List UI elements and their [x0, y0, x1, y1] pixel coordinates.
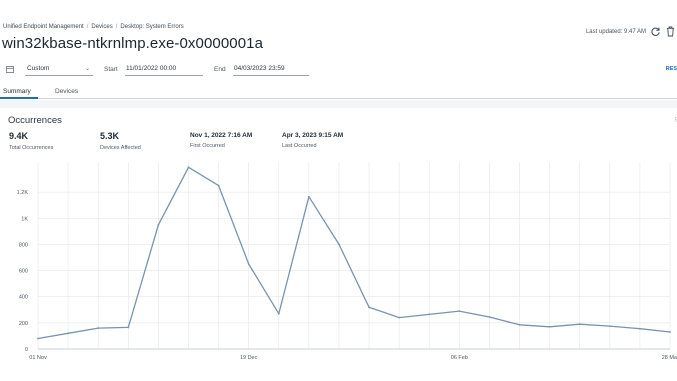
data-point	[518, 323, 521, 326]
x-tick-label: 06 Feb	[451, 355, 468, 361]
date-range-value: Custom	[27, 65, 50, 72]
data-point	[217, 184, 220, 187]
end-date-input[interactable]: 04/03/2023 23:59	[233, 63, 309, 76]
data-point	[368, 306, 370, 309]
last-updated-text: Last updated: 9:47 AM	[585, 29, 646, 35]
data-point	[307, 195, 310, 198]
y-tick-label: 400	[19, 295, 28, 301]
breadcrumb-separator: /	[115, 24, 118, 30]
data-point	[608, 325, 611, 328]
start-date-input[interactable]: 11/01/2022 00:00	[125, 63, 203, 76]
y-tick-label: 0	[25, 347, 28, 353]
stat-label: Last Occurred	[282, 143, 317, 149]
series-line	[37, 166, 671, 340]
breadcrumb-item-devices[interactable]: Devices	[91, 24, 112, 30]
active-tab-indicator	[0, 97, 38, 99]
x-tick-label: 01 Nov	[29, 355, 47, 361]
x-tick-label: 28 Ma	[662, 355, 677, 361]
reset-link[interactable]: RES	[666, 66, 677, 72]
start-label: Start	[104, 66, 118, 73]
breadcrumb: Unified Endpoint Management / Devices / …	[3, 24, 184, 30]
tab-bar: Summary Devices	[0, 86, 677, 99]
data-point	[578, 323, 581, 326]
data-point	[127, 326, 130, 329]
chevron-down-icon: ⌄	[84, 66, 90, 72]
data-point	[398, 316, 401, 319]
stat-first-occurred: Nov 1, 2022 7:16 AM First Occurred	[190, 131, 252, 149]
stat-value: Nov 1, 2022 7:16 AM	[190, 132, 253, 139]
page-title: win32kbase-ntkrnlmp.exe-0x0000001a	[2, 35, 264, 52]
data-point	[187, 166, 190, 169]
stat-label: First Occurred	[190, 143, 225, 149]
data-point	[639, 327, 641, 330]
x-tick-label: 19 Dec	[240, 355, 258, 361]
tab-summary[interactable]: Summary	[3, 88, 31, 95]
calendar-icon	[6, 66, 14, 73]
stat-label: Devices Affected	[100, 145, 141, 151]
refresh-icon[interactable]	[650, 26, 661, 37]
data-point	[669, 331, 671, 333]
data-point	[428, 313, 431, 316]
trash-icon[interactable]	[666, 26, 675, 37]
breadcrumb-item-uem[interactable]: Unified Endpoint Management	[3, 24, 84, 30]
data-point	[548, 325, 551, 328]
y-tick-label: 1.2K	[17, 190, 29, 196]
y-tick-label: 600	[19, 269, 28, 275]
y-tick-label: 1K	[21, 216, 28, 222]
tab-devices[interactable]: Devices	[55, 88, 78, 95]
stat-devices-affected: 5.3K Devices Affected	[100, 131, 141, 151]
section-divider	[0, 100, 677, 108]
stat-total-occurrences: 9.4K Total Occurrences	[9, 131, 53, 151]
date-range-select[interactable]: Custom ⌄	[25, 63, 93, 76]
section-title: Occurrences	[8, 115, 62, 126]
data-point	[458, 310, 461, 312]
data-point	[338, 243, 340, 246]
stat-last-occurred: Apr 3, 2023 9:15 AM Last Occurred	[282, 131, 343, 149]
occurrences-line-chart: 0 200 400 600 800 1K 1.2K 01 Nov 19 Dec 06 Feb 28 …	[17, 162, 677, 361]
breadcrumb-item-system-errors[interactable]: Desktop: System Errors	[120, 24, 183, 30]
data-point	[97, 327, 100, 329]
stat-value: Apr 3, 2023 9:15 AM	[282, 132, 344, 139]
stat-value: 5.3K	[100, 131, 120, 141]
data-point	[37, 337, 39, 340]
breadcrumb-separator: /	[86, 24, 89, 30]
data-point	[247, 263, 250, 265]
end-label: End	[214, 66, 226, 73]
data-point	[277, 312, 280, 315]
data-point	[157, 223, 160, 226]
stat-label: Total Occurrences	[9, 145, 54, 151]
y-tick-label: 800	[19, 242, 28, 248]
data-point	[67, 332, 69, 335]
data-point	[488, 316, 491, 318]
stat-value: 9.4K	[9, 131, 29, 141]
filter-bar: Custom ⌄ Start 11/01/2022 00:00 End 04/0…	[0, 58, 677, 80]
y-tick-label: 200	[19, 321, 28, 327]
